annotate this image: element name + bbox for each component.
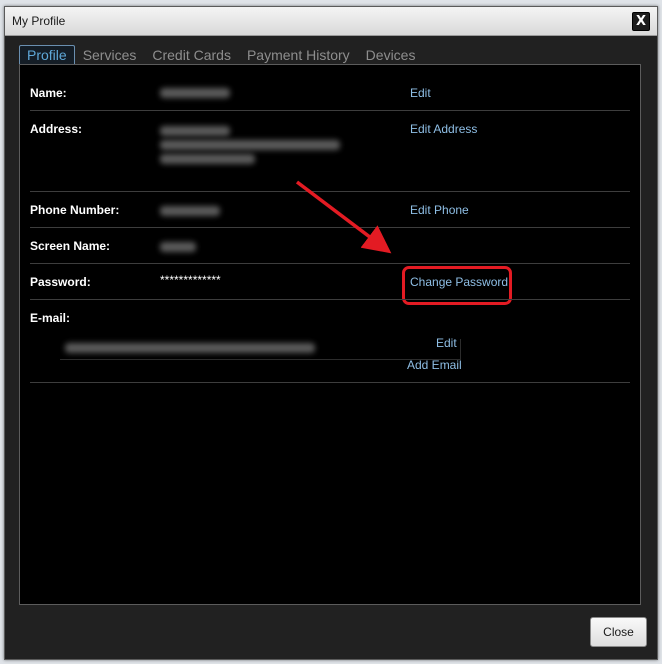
email-value-redacted bbox=[65, 343, 315, 353]
edit-name-link[interactable]: Edit bbox=[410, 86, 431, 100]
phone-label: Phone Number: bbox=[30, 203, 120, 217]
divider bbox=[30, 227, 630, 228]
email-label: E-mail: bbox=[30, 311, 71, 325]
name-value-redacted bbox=[160, 88, 230, 98]
tab-bar: Profile Services Credit Cards Payment Hi… bbox=[19, 45, 423, 65]
address-line-redacted bbox=[160, 140, 340, 150]
screen-name-value-redacted bbox=[160, 242, 196, 252]
tab-credit-cards[interactable]: Credit Cards bbox=[144, 46, 239, 65]
divider bbox=[30, 191, 630, 192]
edit-email-link[interactable]: Edit bbox=[436, 336, 457, 350]
address-line-redacted bbox=[160, 126, 230, 136]
profile-panel: Name: Edit Address: Edit Address Phone N… bbox=[19, 64, 641, 605]
address-line-redacted bbox=[160, 154, 255, 164]
tab-services[interactable]: Services bbox=[75, 46, 145, 65]
divider bbox=[30, 263, 630, 264]
tab-profile[interactable]: Profile bbox=[19, 45, 75, 65]
divider bbox=[30, 299, 630, 300]
change-password-link[interactable]: Change Password bbox=[410, 275, 508, 289]
edit-address-link[interactable]: Edit Address bbox=[410, 122, 477, 136]
divider bbox=[30, 110, 630, 111]
divider bbox=[30, 382, 630, 383]
phone-value-redacted bbox=[160, 206, 220, 216]
add-email-link[interactable]: Add Email bbox=[407, 358, 462, 372]
close-icon[interactable]: X bbox=[632, 12, 650, 31]
screen-name-label: Screen Name: bbox=[30, 239, 111, 253]
dialog-title: My Profile bbox=[12, 14, 66, 28]
password-value: ************* bbox=[160, 273, 221, 287]
password-label: Password: bbox=[30, 275, 91, 289]
address-label: Address: bbox=[30, 122, 83, 136]
name-label: Name: bbox=[30, 86, 67, 100]
tab-payment-history[interactable]: Payment History bbox=[239, 46, 358, 65]
title-bar: My Profile X bbox=[5, 7, 657, 36]
close-button[interactable]: Close bbox=[590, 617, 647, 647]
tab-devices[interactable]: Devices bbox=[358, 46, 424, 65]
edit-phone-link[interactable]: Edit Phone bbox=[410, 203, 469, 217]
profile-dialog: My Profile X Profile Services Credit Car… bbox=[4, 6, 658, 660]
